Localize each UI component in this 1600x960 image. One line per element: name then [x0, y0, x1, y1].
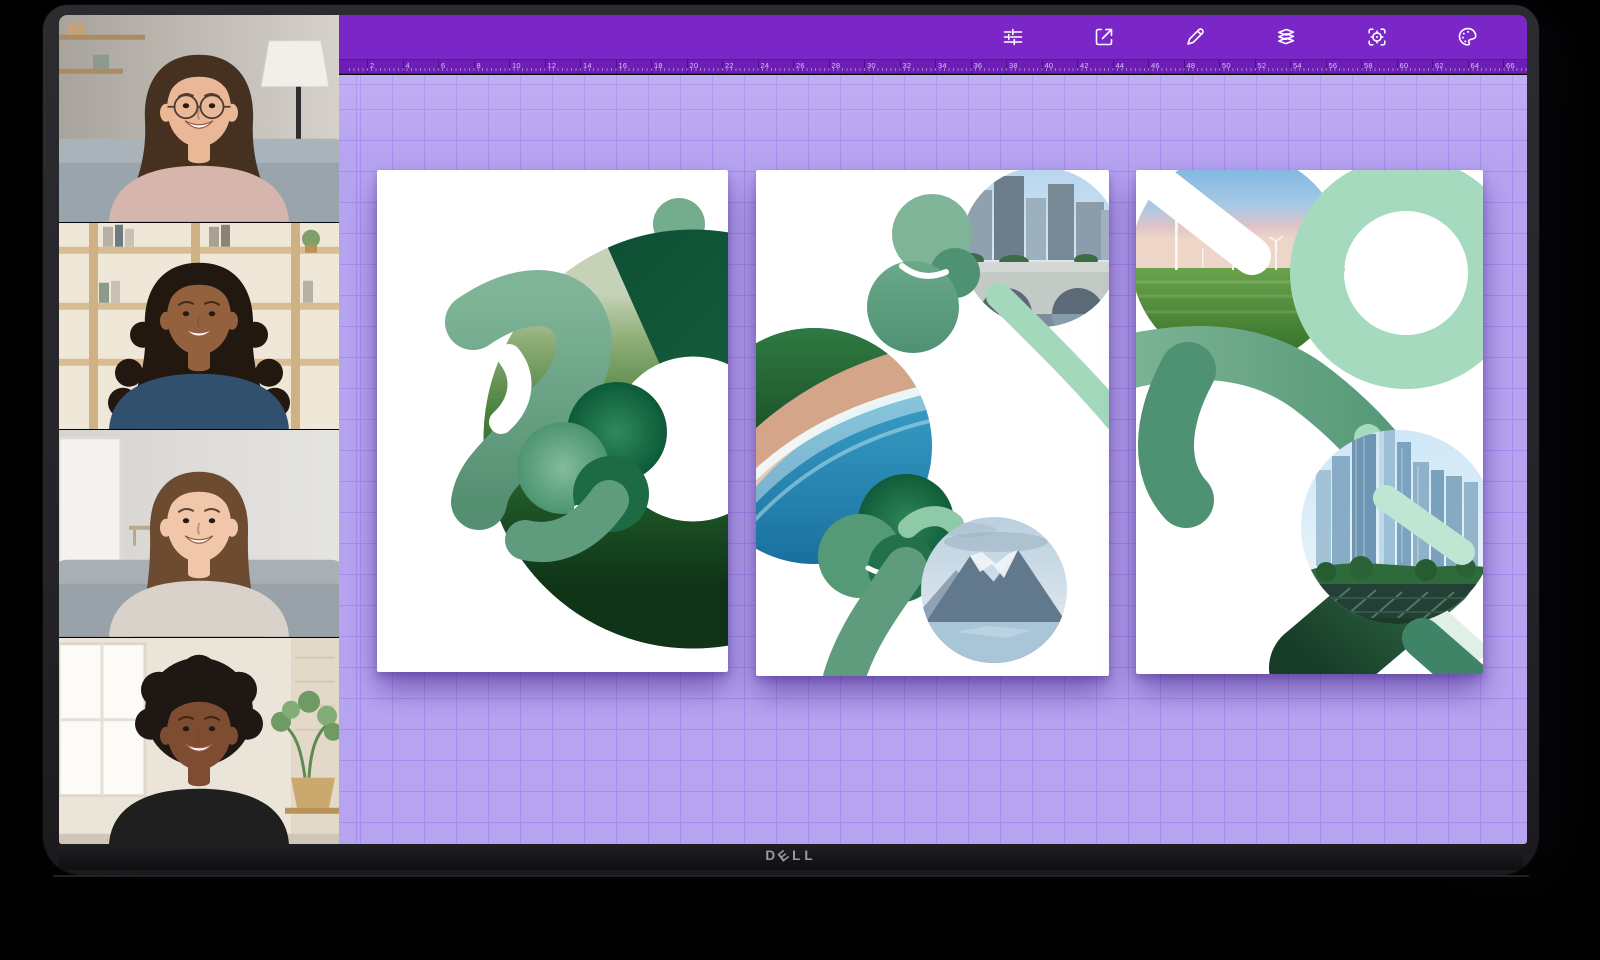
participant-2-portrait — [59, 223, 339, 430]
design-app: 2468101214161820222426283032343638404244… — [339, 15, 1527, 844]
ruler-tick: 14 — [580, 60, 600, 73]
ruler-tick: 38 — [1006, 60, 1026, 73]
forest-donut-artwork — [377, 170, 728, 672]
video-call-strip — [59, 15, 339, 844]
dark-sage-branch — [1166, 370, 1188, 500]
ruler-tick: 42 — [1077, 60, 1097, 73]
windfarm-skyline-artwork — [1136, 170, 1483, 674]
layers-icon[interactable] — [1274, 25, 1298, 49]
ruler-tick: 48 — [1184, 60, 1204, 73]
ruler-tick: 34 — [935, 60, 955, 73]
ruler-tick: 46 — [1148, 60, 1168, 73]
city-skyline-photo-circle — [1299, 406, 1483, 630]
palette-icon[interactable] — [1456, 25, 1480, 49]
video-tile-participant-1[interactable] — [59, 15, 339, 223]
adjustments-icon[interactable] — [1001, 25, 1025, 49]
video-tile-participant-3[interactable] — [59, 430, 339, 638]
ruler-tick: 12 — [545, 60, 565, 73]
app-toolbar — [339, 15, 1527, 59]
design-canvas[interactable] — [339, 75, 1527, 844]
ruler-tick: 8 — [474, 60, 494, 73]
ruler-tick: 50 — [1219, 60, 1239, 73]
ruler-tick: 56 — [1326, 60, 1346, 73]
participant-3-portrait — [59, 430, 339, 637]
ruler-tick: 30 — [864, 60, 884, 73]
participant-1-portrait — [59, 15, 339, 222]
ruler-tick: 54 — [1290, 60, 1310, 73]
dell-monitor: 2468101214161820222426283032343638404244… — [42, 4, 1540, 876]
beach-bridge-mountain-artwork — [756, 170, 1109, 676]
ruler-tick: 58 — [1361, 60, 1381, 73]
ruler-tick: 4 — [403, 60, 423, 73]
ruler-tick: 32 — [900, 60, 920, 73]
toolbar-icons — [1001, 25, 1480, 49]
artboard-3-windfarm-skyline[interactable] — [1136, 170, 1483, 674]
export-icon[interactable] — [1092, 25, 1116, 49]
video-tile-participant-4[interactable] — [59, 638, 339, 845]
ruler-tick: 66 — [1503, 60, 1523, 73]
ruler-tick: 16 — [616, 60, 636, 73]
monitor-chin: DELL — [59, 844, 1523, 870]
artboard-2-beach-bridge-mountain[interactable] — [756, 170, 1109, 676]
ruler-tick: 2 — [367, 60, 387, 73]
ruler-tick: 36 — [971, 60, 991, 73]
video-tile-participant-2[interactable] — [59, 223, 339, 431]
mint-curl — [908, 516, 954, 528]
mint-ring — [1317, 184, 1483, 362]
dell-logo: DELL — [59, 848, 1523, 863]
ruler-tick: 18 — [651, 60, 671, 73]
screen: 2468101214161820222426283032343638404244… — [59, 15, 1527, 844]
ruler-tick: 52 — [1255, 60, 1275, 73]
ruler-tick: 28 — [829, 60, 849, 73]
ruler-tick: 62 — [1432, 60, 1452, 73]
ruler: 2468101214161820222426283032343638404244… — [339, 59, 1527, 74]
ruler-tick: 60 — [1397, 60, 1417, 73]
participant-4-portrait — [59, 638, 339, 845]
ruler-tick: 10 — [509, 60, 529, 73]
ruler-tick: 20 — [687, 60, 707, 73]
pencil-icon[interactable] — [1183, 25, 1207, 49]
ruler-tick: 64 — [1468, 60, 1488, 73]
ruler-tick: 44 — [1113, 60, 1133, 73]
focus-icon[interactable] — [1365, 25, 1389, 49]
ruler-tick: 6 — [438, 60, 458, 73]
ruler-tick: 40 — [1042, 60, 1062, 73]
artboard-1-forest-donut[interactable] — [377, 170, 728, 672]
ruler-tick: 22 — [722, 60, 742, 73]
ruler-tick: 24 — [758, 60, 778, 73]
ruler-tick: 26 — [793, 60, 813, 73]
